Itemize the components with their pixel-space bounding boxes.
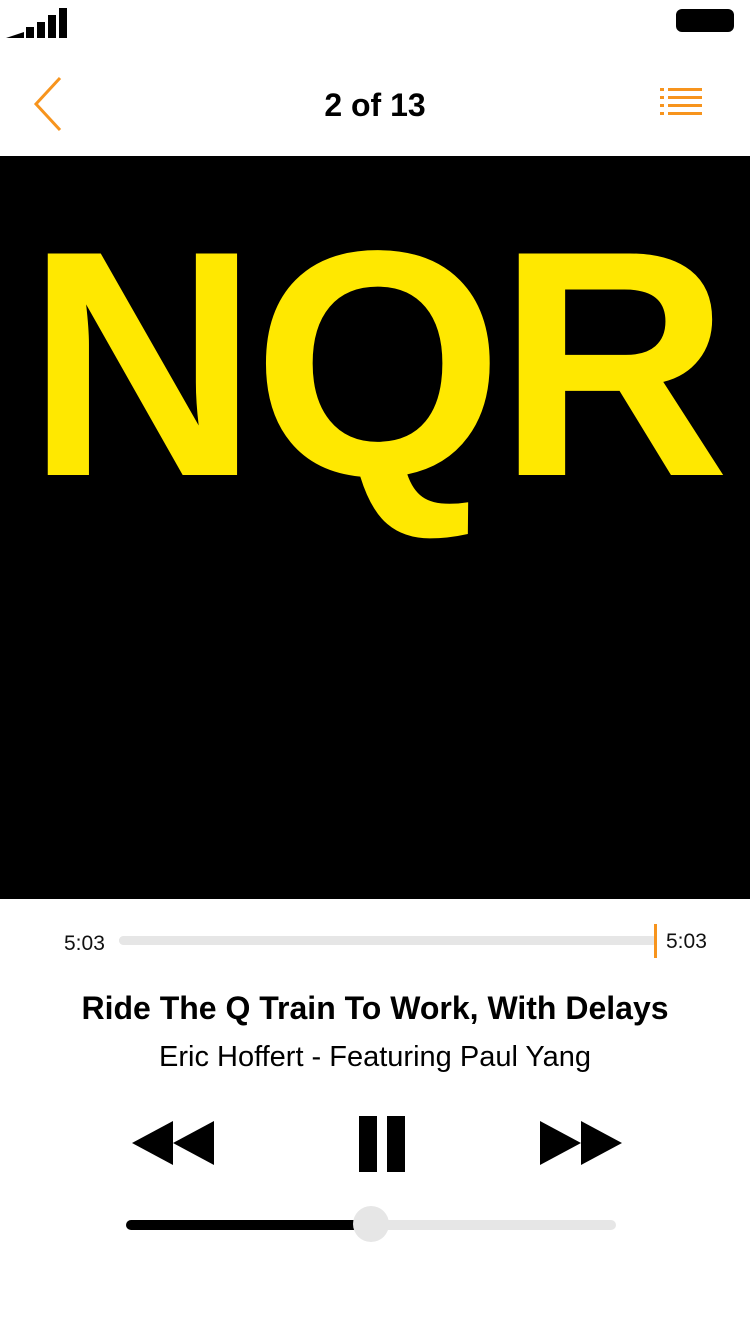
progress-fill: [119, 936, 657, 945]
rewind-button[interactable]: [130, 1120, 216, 1166]
volume-slider[interactable]: [126, 1206, 616, 1242]
header: 2 of 13: [0, 60, 750, 150]
fast-forward-button[interactable]: [538, 1120, 624, 1166]
queue-button[interactable]: [656, 82, 708, 122]
signal-strength-icon: [6, 8, 67, 38]
progress-playhead[interactable]: [654, 924, 657, 958]
total-time: 5:03: [666, 930, 707, 953]
list-icon: [660, 88, 702, 115]
album-art-text: NQR: [26, 185, 730, 544]
fast-forward-icon: [540, 1121, 622, 1165]
progress-bar[interactable]: [119, 924, 657, 958]
track-artist: Eric Hoffert - Featuring Paul Yang: [159, 1041, 591, 1073]
status-bar: [0, 0, 750, 48]
pause-icon: [359, 1116, 405, 1172]
volume-fill: [126, 1220, 371, 1230]
volume-knob[interactable]: [353, 1206, 389, 1242]
battery-icon: [676, 9, 734, 32]
pause-button[interactable]: [356, 1114, 408, 1174]
track-title: Ride The Q Train To Work, With Delays: [81, 990, 669, 1026]
page-title: 2 of 13: [324, 87, 426, 123]
rewind-icon: [132, 1121, 214, 1165]
playback-controls: [0, 1110, 750, 1180]
elapsed-time: 5:03: [64, 932, 105, 955]
